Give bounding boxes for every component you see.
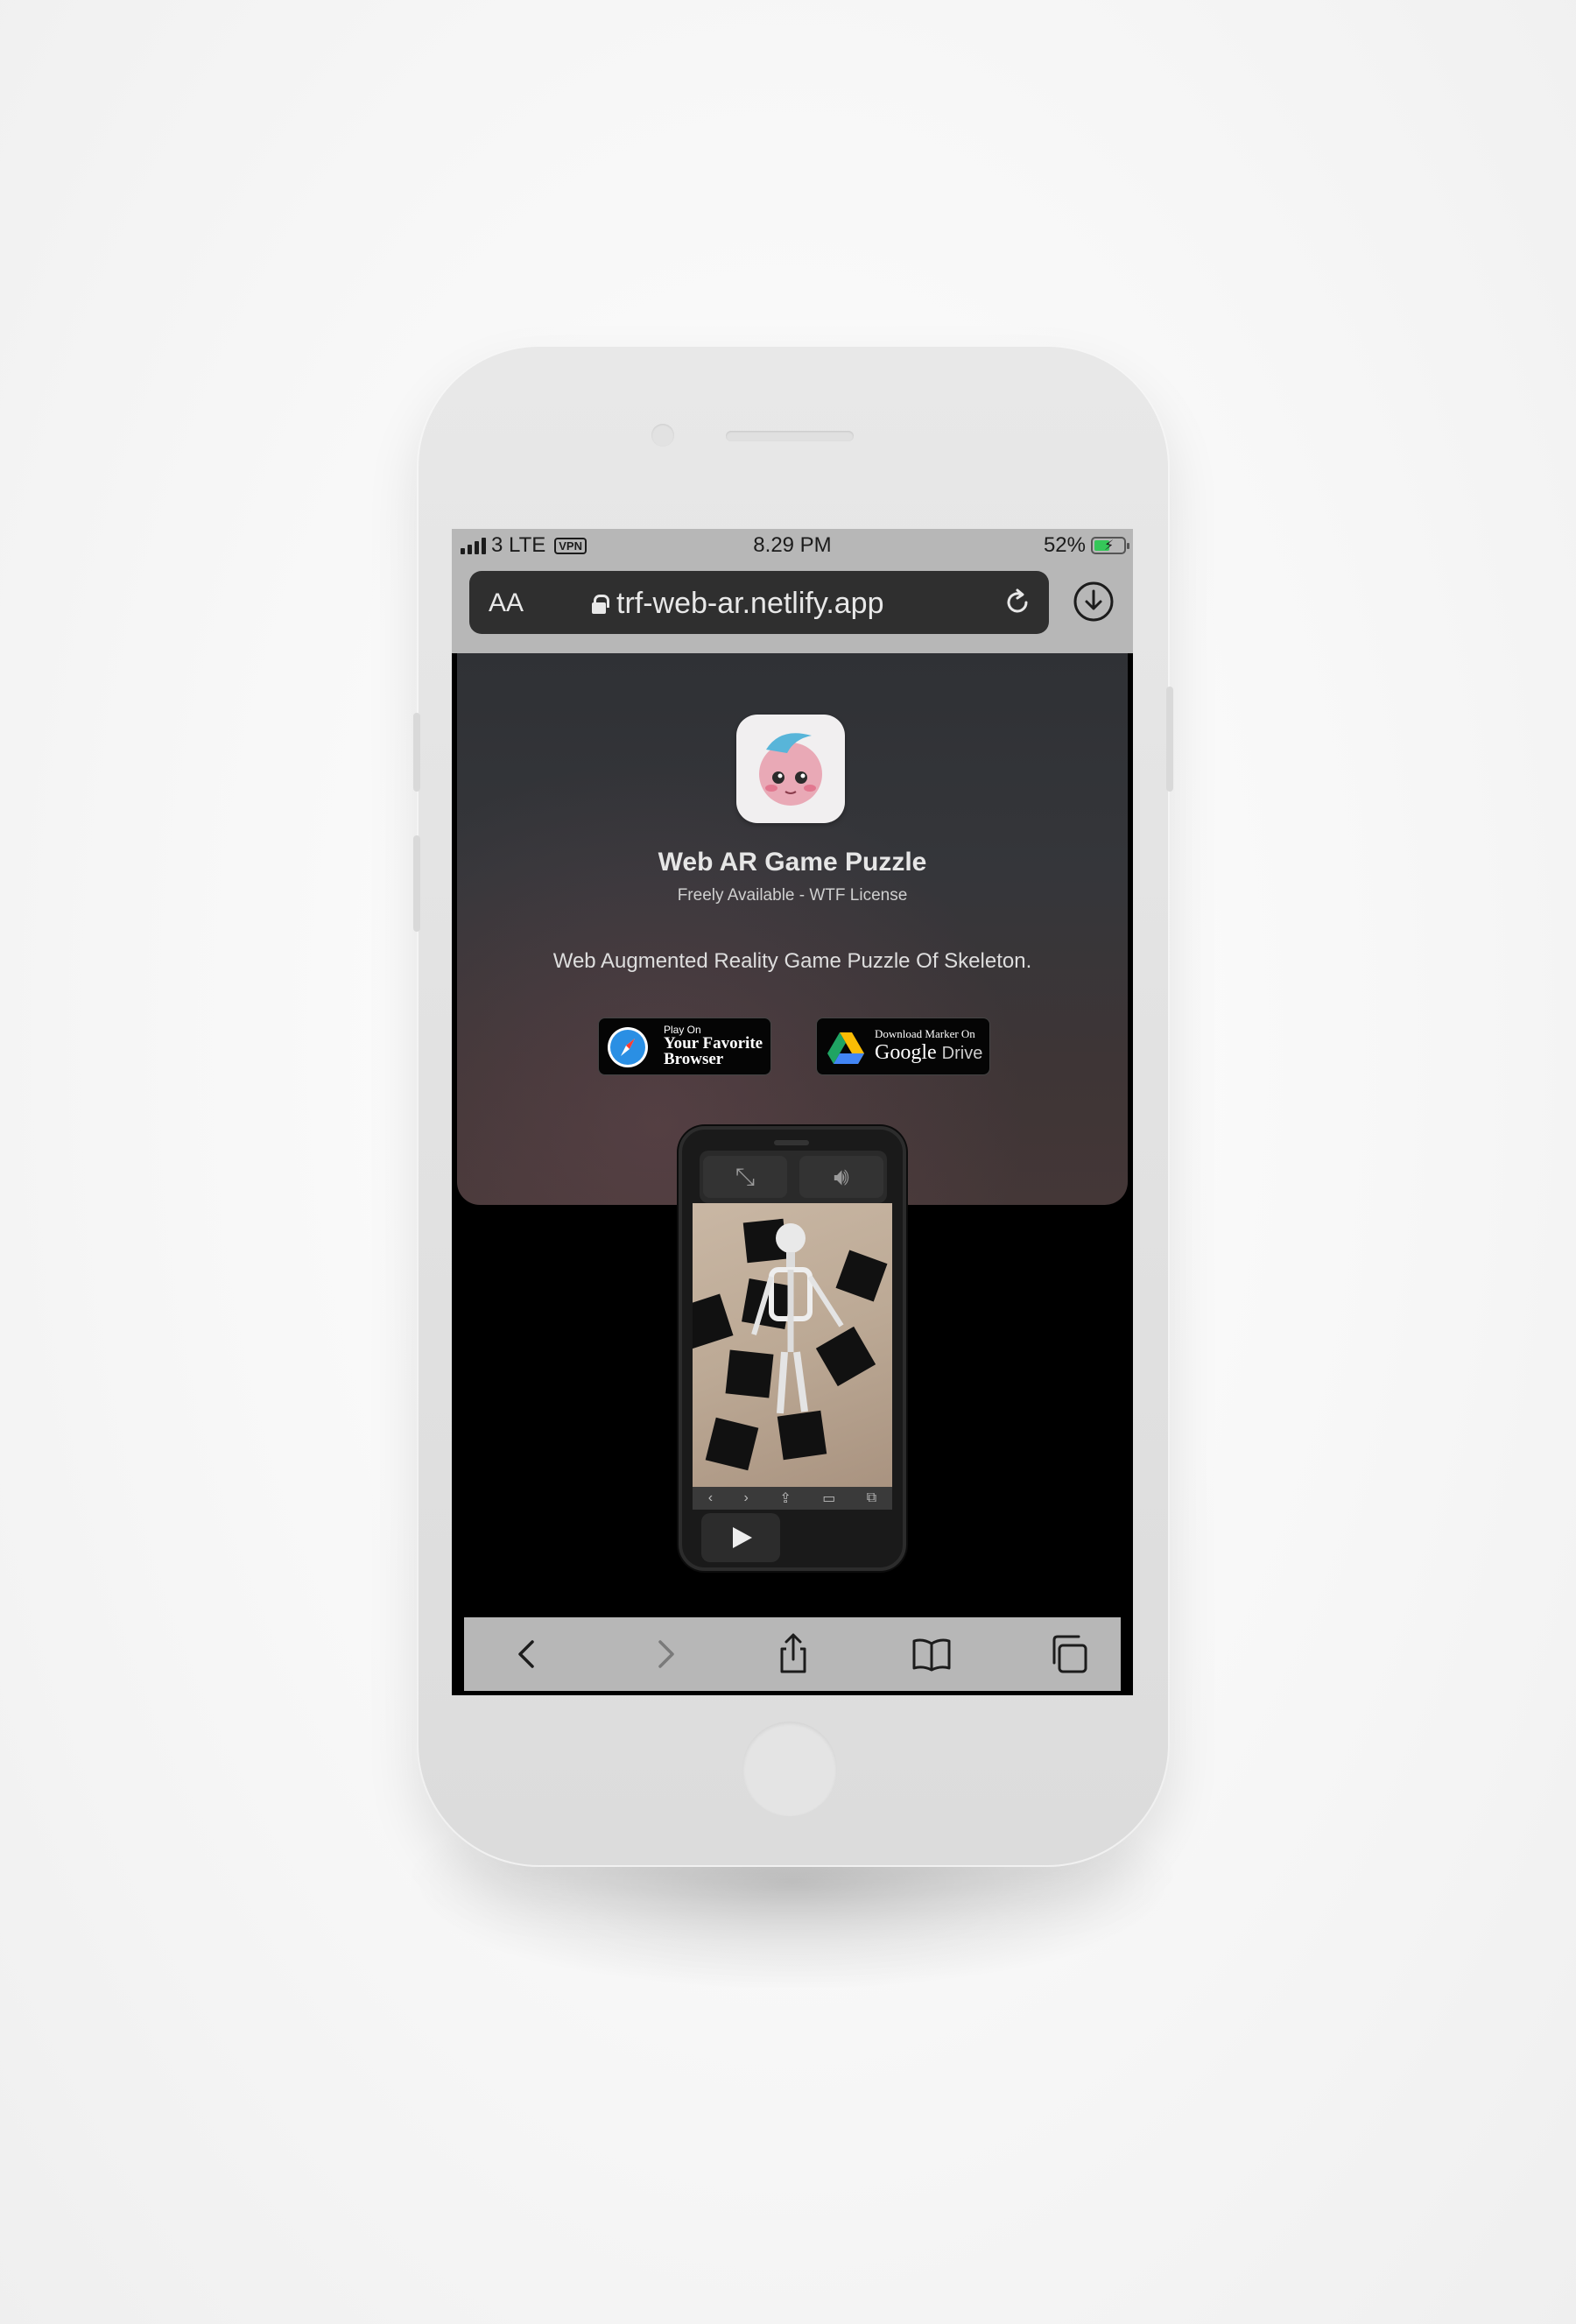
browser-bottom-toolbar	[464, 1617, 1121, 1691]
page-title: Web AR Game Puzzle	[658, 848, 927, 877]
front-camera	[651, 424, 674, 447]
tabs-icon[interactable]	[1047, 1631, 1093, 1677]
compass-icon	[608, 1027, 648, 1067]
preview-play-icon	[701, 1513, 780, 1562]
volume-down-button	[413, 835, 420, 932]
share-icon[interactable]	[770, 1631, 816, 1677]
preview-browser-toolbar: ‹ › ⇪ ▭ ⧉	[693, 1487, 892, 1510]
address-bar[interactable]: AA trf-web-ar.netlify.app	[469, 571, 1049, 634]
lock-icon	[592, 594, 609, 614]
preview-phone-image: ⤡ 🔊︎ ‹ › ⇪ ▭ ⧉	[679, 1126, 906, 1571]
text-size-button[interactable]: AA	[489, 588, 524, 618]
app-logo	[736, 715, 845, 823]
phone-mockup: 3 LTE VPN 8.29 PM 52% ⚡ AA trf-web-ar.ne…	[413, 345, 1173, 1867]
url-display[interactable]: trf-web-ar.netlify.app	[592, 587, 884, 621]
drive-brand: Google	[875, 1041, 937, 1064]
chevron-left-icon[interactable]	[504, 1631, 550, 1677]
preview-ar-scene	[693, 1203, 892, 1487]
browser-top-bar: 3 LTE VPN 8.29 PM 52% ⚡ AA trf-web-ar.ne…	[452, 529, 1133, 653]
drive-product: Drive	[941, 1044, 983, 1063]
power-button	[1166, 687, 1173, 792]
google-drive-icon	[827, 1032, 864, 1064]
download-marker-button[interactable]: Download Marker On Google Drive	[816, 1018, 990, 1075]
speaker-icon: 🔊︎	[799, 1156, 883, 1198]
status-bar: 3 LTE VPN 8.29 PM 52% ⚡	[452, 529, 1133, 560]
page-description: Web Augmented Reality Game Puzzle Of Ske…	[552, 949, 1032, 973]
play-in-browser-button[interactable]: Play On Your Favorite Browser	[598, 1018, 771, 1075]
drive-badge-line1: Download Marker On	[875, 1027, 975, 1040]
battery-percent: 52%	[1043, 533, 1086, 557]
url-text: trf-web-ar.netlify.app	[616, 587, 884, 620]
home-button[interactable]	[742, 1722, 837, 1816]
browser-badge-line2: Your Favorite Browser	[664, 1034, 763, 1068]
volume-up-button	[413, 713, 420, 792]
status-right: 52% ⚡	[1043, 533, 1129, 558]
chevron-right-icon[interactable]	[643, 1631, 688, 1677]
skeleton-scene-art	[693, 1218, 888, 1471]
hero-section: Web AR Game Puzzle Freely Available - WT…	[457, 653, 1128, 1205]
fullscreen-icon: ⤡	[703, 1156, 787, 1198]
preview-top-controls: ⤡ 🔊︎	[700, 1151, 887, 1203]
download-circle-icon[interactable]	[1072, 580, 1115, 623]
page-subtitle: Freely Available - WTF License	[677, 886, 908, 905]
preview-notch	[774, 1140, 809, 1145]
phone-screen: 3 LTE VPN 8.29 PM 52% ⚡ AA trf-web-ar.ne…	[452, 529, 1133, 1695]
battery-icon: ⚡	[1091, 537, 1129, 554]
reload-icon[interactable]	[1000, 585, 1035, 620]
status-time: 8.29 PM	[753, 533, 832, 557]
book-icon[interactable]	[909, 1631, 954, 1677]
earpiece-speaker	[726, 431, 854, 441]
app-logo-art	[759, 733, 822, 806]
drive-badge-line2: Google Drive	[875, 1041, 982, 1065]
